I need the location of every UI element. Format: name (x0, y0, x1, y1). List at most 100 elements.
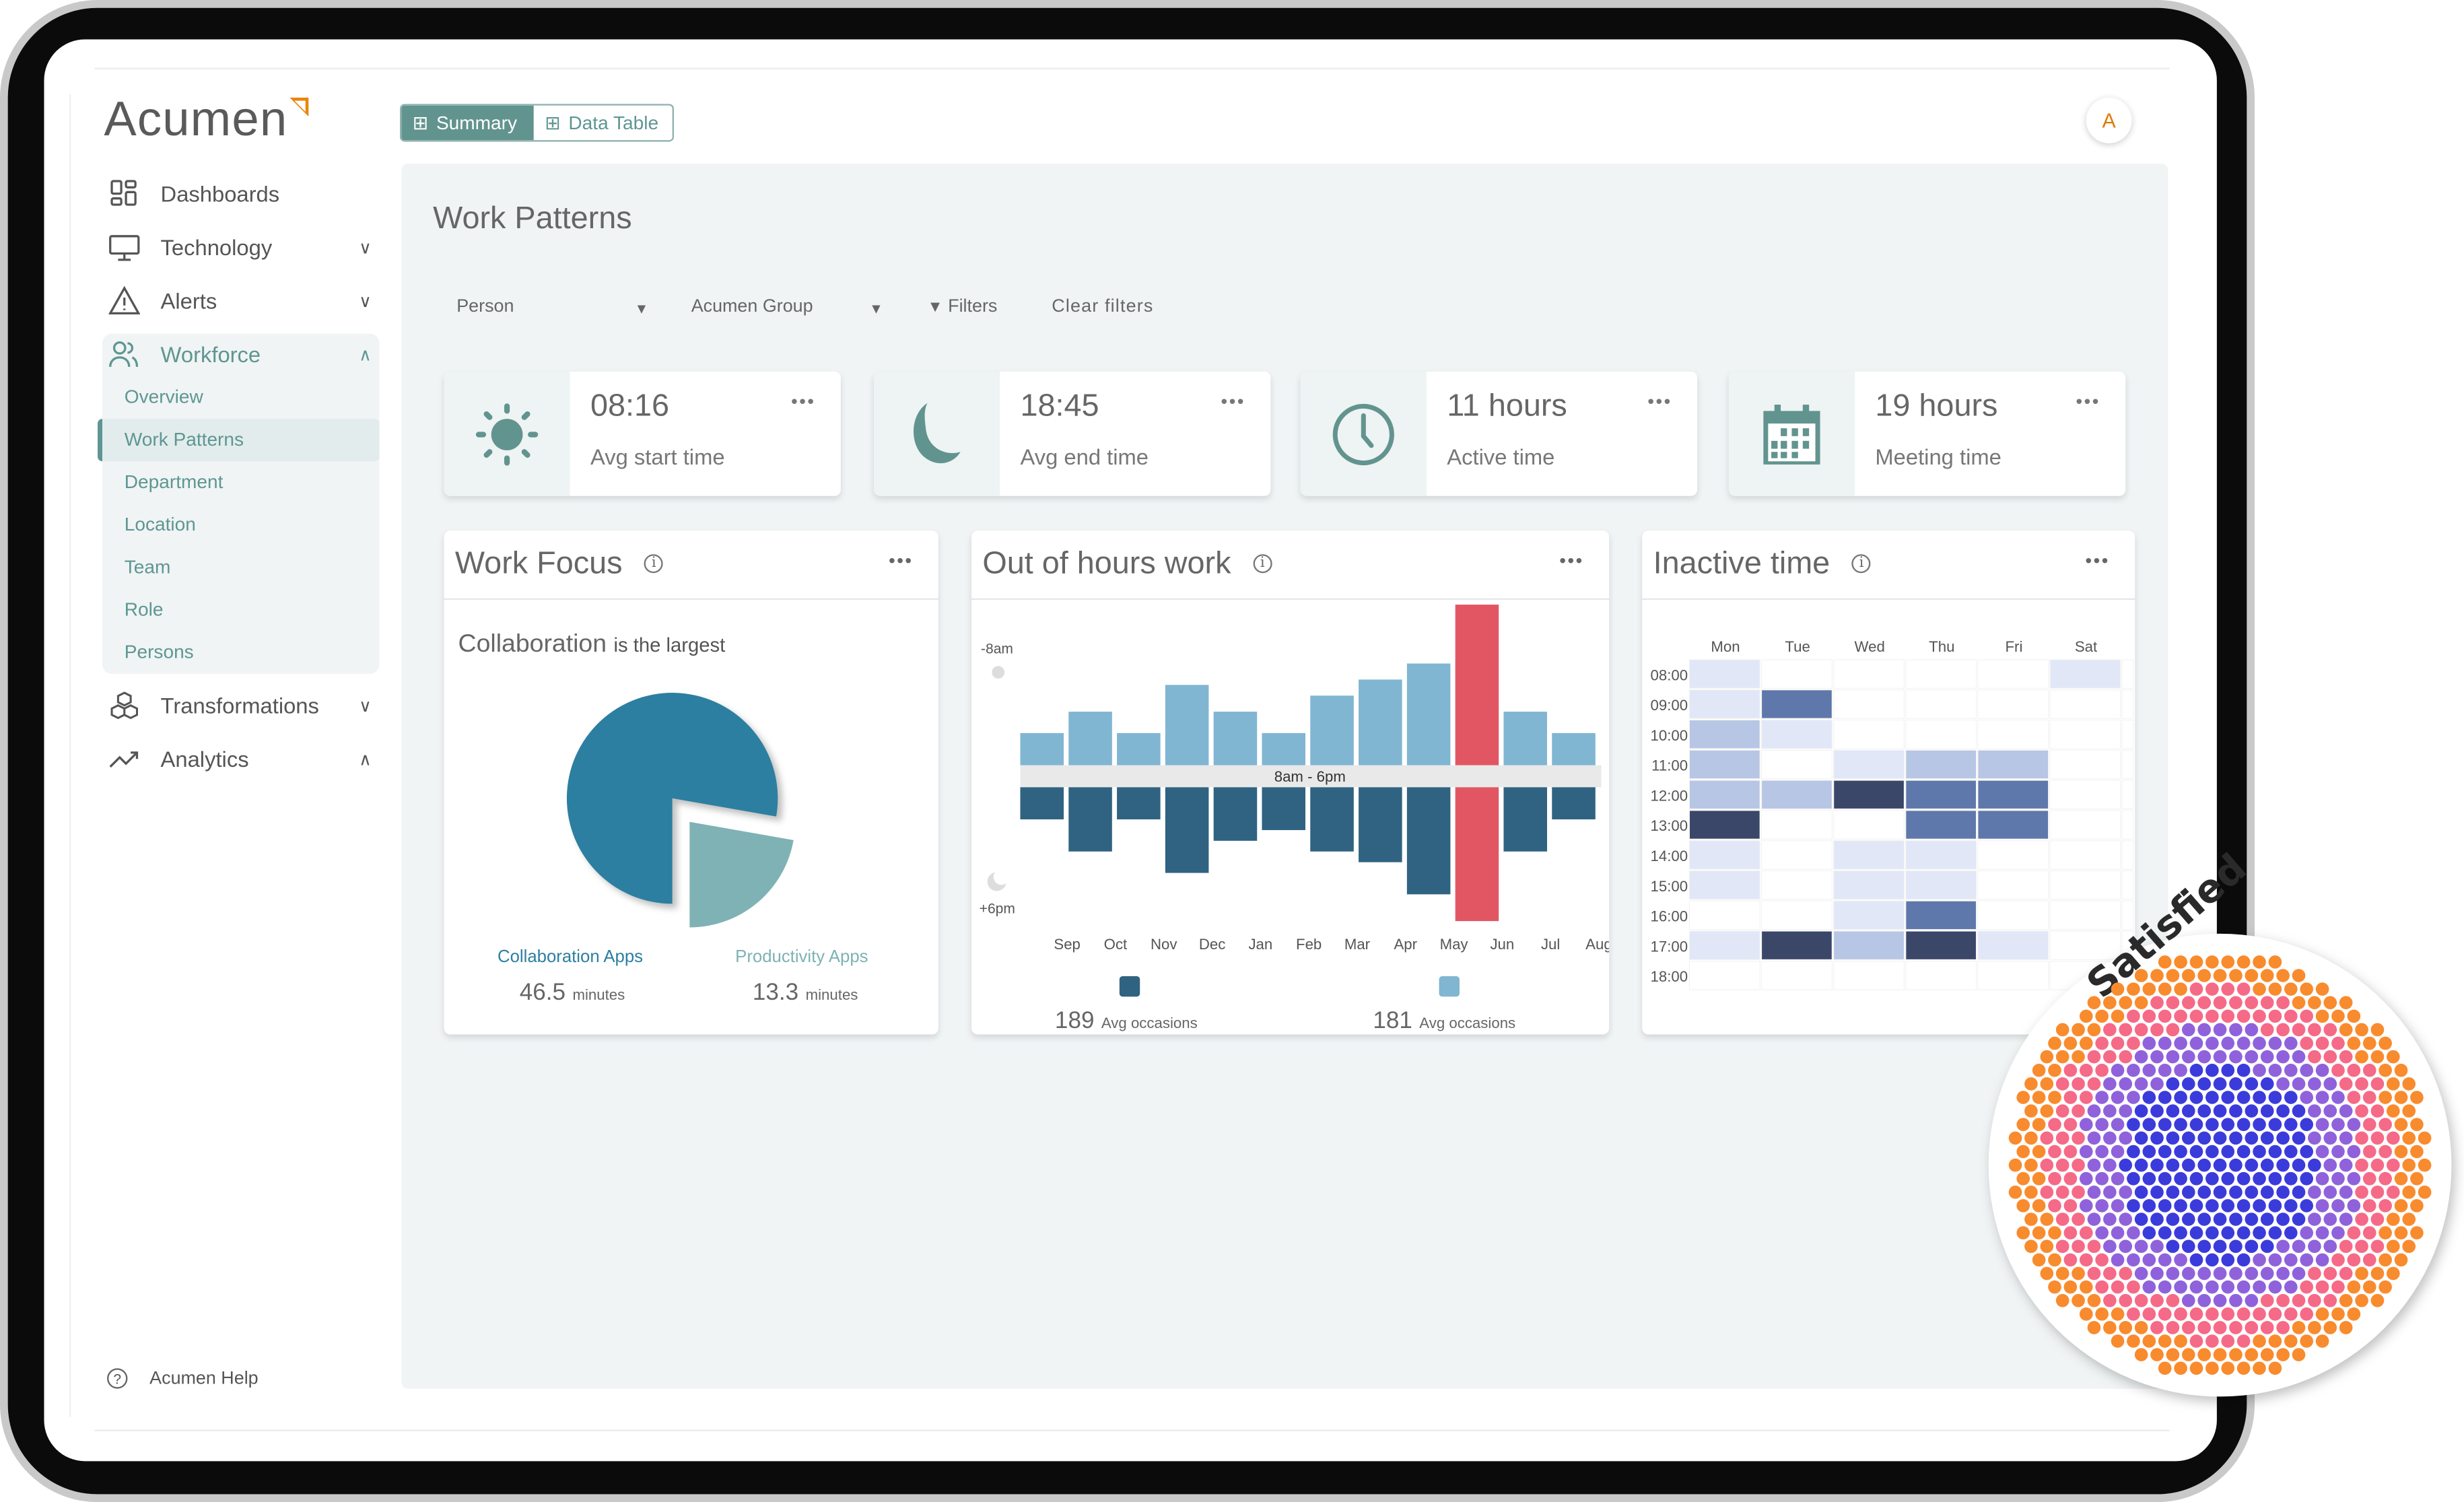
satisfaction-dot (2103, 1213, 2117, 1226)
help-link[interactable]: ? Acumen Help (107, 1368, 259, 1389)
sidebar-sub-role[interactable]: Role (125, 592, 164, 626)
sidebar-item-alerts[interactable]: Alerts ∨ (104, 277, 381, 325)
satisfaction-dot (2245, 1131, 2259, 1145)
satisfaction-dot (2127, 1280, 2140, 1294)
logo[interactable]: Acumen (104, 92, 309, 148)
satisfaction-dot (2276, 1104, 2290, 1118)
satisfaction-dot (2276, 996, 2290, 1010)
satisfaction-dot (2308, 996, 2321, 1010)
month-label: Jan (1248, 936, 1272, 953)
satisfaction-dot (2079, 1171, 2093, 1186)
sidebar-sub-overview[interactable]: Overview (125, 380, 203, 414)
satisfaction-dot (2284, 1036, 2298, 1050)
satisfaction-dot (2024, 1186, 2038, 1199)
satisfaction-dot (2221, 1036, 2235, 1050)
satisfaction-dot (2284, 1199, 2298, 1213)
avatar[interactable]: A (2086, 97, 2132, 143)
satisfaction-dot (2197, 1213, 2212, 1226)
satisfaction-dot (2355, 1023, 2368, 1037)
more-icon[interactable]: ••• (1647, 390, 1672, 413)
more-icon[interactable]: ••• (2076, 390, 2100, 413)
sidebar-sub-work-patterns[interactable]: Work Patterns (125, 422, 244, 456)
satisfaction-dot (2221, 1307, 2235, 1321)
satisfaction-dot (2213, 1158, 2227, 1172)
satisfaction-dot (2253, 1091, 2266, 1104)
satisfaction-dot (2103, 1131, 2117, 1145)
satisfaction-dot (2253, 1334, 2266, 1348)
sidebar-item-dashboards[interactable]: Dashboards (104, 170, 381, 217)
satisfaction-dot (2362, 1118, 2376, 1132)
more-icon[interactable]: ••• (791, 390, 816, 413)
satisfaction-dot (2055, 1131, 2069, 1145)
help-label: Acumen Help (149, 1369, 259, 1388)
data-table-button[interactable]: ⊞ Data Table (533, 105, 673, 141)
legend-swatch-before (1439, 976, 1460, 997)
clear-filters-button[interactable]: Clear filters (1052, 298, 1153, 316)
satisfaction-dot (2213, 1023, 2227, 1037)
more-icon[interactable]: ••• (1221, 390, 1245, 413)
heatmap-cell (2049, 810, 2121, 840)
heatmap-cell (1905, 870, 1977, 900)
grid-icon: ⊞ (412, 112, 429, 134)
group-select[interactable]: Acumen Group ▼ (691, 298, 883, 316)
sidebar-item-transformations[interactable]: Transformations ∨ (104, 682, 381, 729)
heatmap-cell (1977, 810, 2049, 840)
satisfaction-dot (2331, 1280, 2345, 1294)
summary-button[interactable]: ⊞ Summary (401, 105, 534, 141)
satisfaction-dot (2158, 1091, 2172, 1104)
satisfaction-dot (2268, 1280, 2282, 1294)
satisfaction-dot (2166, 1104, 2180, 1118)
satisfaction-dot (2268, 1091, 2282, 1104)
satisfaction-dot (2103, 1186, 2117, 1199)
stat-value: 11 hours (1447, 388, 1567, 424)
satisfaction-dot (2292, 1050, 2306, 1064)
satisfaction-dot (2300, 1307, 2314, 1321)
satisfaction-dot (2379, 1253, 2392, 1267)
satisfaction-dot (2142, 1036, 2156, 1050)
satisfaction-dot (2245, 1186, 2259, 1199)
satisfaction-dot (2127, 1118, 2140, 1132)
satisfaction-dot (2355, 1293, 2368, 1307)
sidebar-item-analytics[interactable]: Analytics ∧ (104, 735, 381, 782)
month-label: Jun (1490, 936, 1514, 953)
sidebar-sub-persons[interactable]: Persons (125, 634, 194, 669)
satisfaction-dot (2379, 1145, 2392, 1159)
bar-before-8am (1455, 605, 1499, 765)
stat-value: 19 hours (1875, 388, 1998, 424)
column-label: Tue (1785, 638, 1810, 655)
filters-button[interactable]: ▼ Filters (927, 298, 997, 316)
satisfaction-dot (2134, 1023, 2148, 1037)
row-label: 09:00 (1651, 697, 1688, 714)
satisfaction-dot (2268, 1226, 2282, 1240)
row-label: 17:00 (1651, 938, 1688, 955)
sidebar-sub-team[interactable]: Team (125, 549, 171, 584)
satisfaction-dot (2158, 955, 2172, 969)
satisfaction-dot (2300, 1145, 2314, 1159)
bar-before-8am (1310, 695, 1354, 765)
sidebar-sub-department[interactable]: Department (125, 465, 224, 499)
satisfaction-dot (2362, 1091, 2376, 1104)
productivity-value: 13.3 (752, 979, 799, 1006)
satisfaction-dot (2205, 1064, 2219, 1077)
chevron-down-icon: ∨ (359, 238, 372, 258)
satisfaction-dot (2292, 1131, 2306, 1145)
heatmap-cell (1688, 689, 1760, 719)
sidebar-item-technology[interactable]: Technology ∨ (104, 224, 381, 271)
sidebar-sub-location[interactable]: Location (125, 507, 196, 541)
satisfaction-dot (2205, 1036, 2219, 1050)
sidebar-item-workforce[interactable]: Workforce ∧ (104, 331, 381, 378)
month-label: Feb (1296, 936, 1322, 953)
satisfaction-dot (2236, 955, 2251, 969)
satisfaction-dot (2142, 1118, 2156, 1132)
satisfaction-dot (2229, 1348, 2243, 1362)
satisfaction-dot (2236, 1064, 2251, 1077)
satisfaction-dot (2370, 1077, 2385, 1091)
satisfaction-dot (2197, 1050, 2212, 1064)
satisfaction-dot (2166, 1186, 2180, 1199)
satisfaction-dot (2087, 1266, 2101, 1281)
person-select[interactable]: Person ▼ (456, 298, 648, 316)
work-focus-widget: Work Focus i ••• Collaboration is the larg… (444, 531, 938, 1035)
satisfaction-dot (2189, 955, 2203, 969)
satisfaction-dot (2308, 1266, 2321, 1281)
satisfaction-dot (2370, 1239, 2385, 1254)
